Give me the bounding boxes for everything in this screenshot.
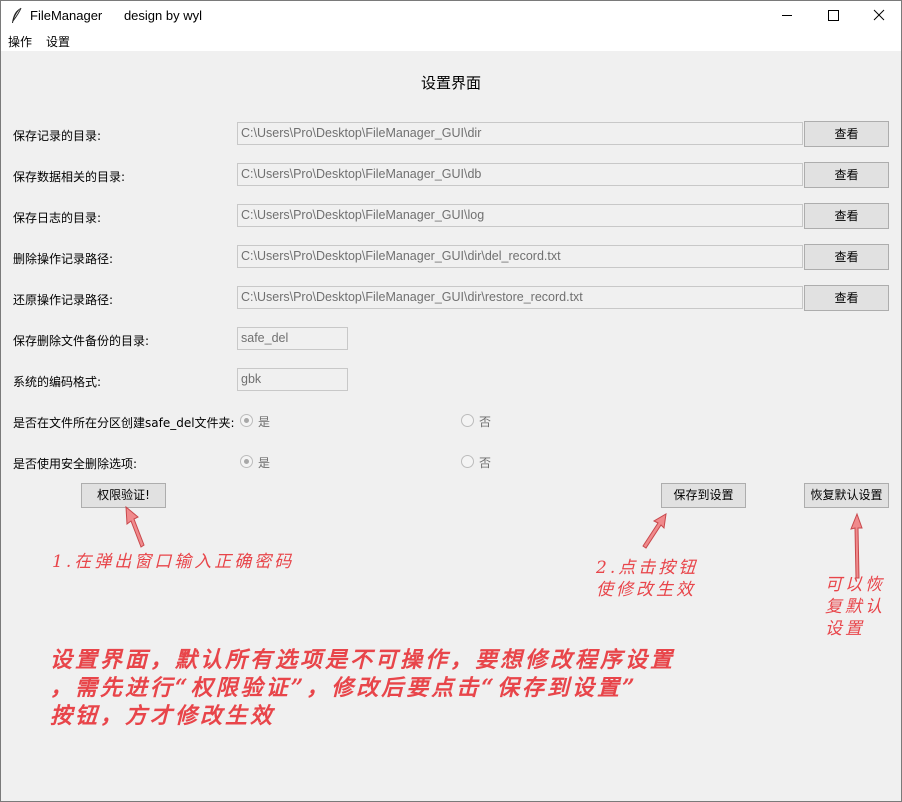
- arrow-to-auth-icon: [125, 505, 145, 548]
- annotation-summary-line2: ，需先进行“权限验证”，修改后要点击“保存到设置”: [50, 675, 638, 701]
- annotation-step2-line1: 2.点击按钮: [596, 558, 699, 578]
- annotation-summary-line1: 设置界面，默认所有选项是不可操作，要想修改程序设置: [50, 647, 676, 673]
- annotation-step1-text: 1.在弹出窗口输入正确密码: [52, 552, 295, 572]
- arrow-to-save-icon: [642, 513, 667, 549]
- annotation-step1: 1.在弹出窗口输入正确密码: [52, 551, 294, 573]
- annotation-restore-line1: 可以恢: [825, 575, 885, 595]
- annotation-restore-line3: 设置: [825, 619, 865, 639]
- annotation-summary-line3: 按钮，方才修改生效: [50, 703, 276, 729]
- annotation-summary: 设置界面，默认所有选项是不可操作，要想修改程序设置 ，需先进行“权限验证”，修改…: [50, 646, 675, 730]
- arrow-to-restore-icon: [850, 512, 863, 579]
- annotation-restore-line2: 复默认: [825, 597, 885, 617]
- annotation-step2: 2.点击按钮 使修改生效: [596, 557, 698, 601]
- annotation-restore-note: 可以恢 复默认 设置: [825, 574, 885, 640]
- annotation-step2-line2: 使修改生效: [596, 580, 696, 600]
